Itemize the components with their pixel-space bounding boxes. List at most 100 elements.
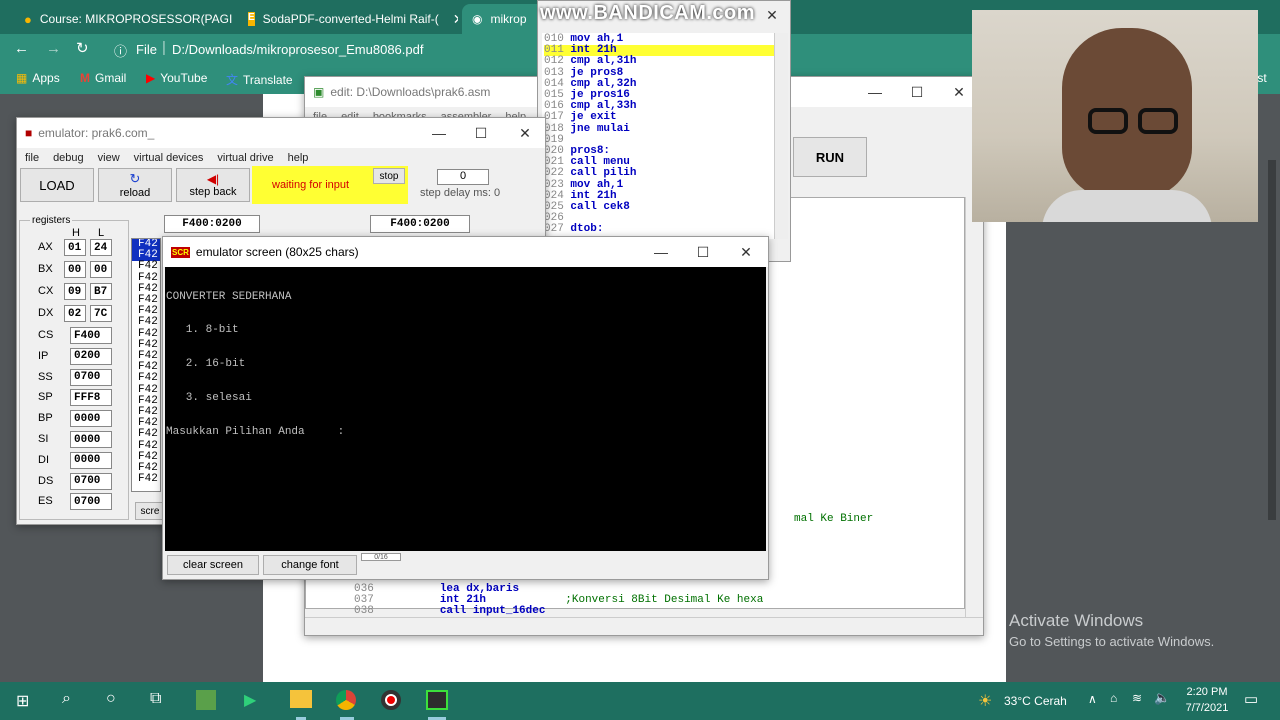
tab-course[interactable]: ● Course: MIKROPROSESSOR(PAGI ✕ xyxy=(14,4,234,34)
register-low[interactable]: 24 xyxy=(90,239,112,256)
network-icon[interactable]: ⌂ xyxy=(1110,691,1117,705)
weather-text[interactable]: 33°C Cerah xyxy=(1004,694,1067,708)
emulator-app-icon: ■ xyxy=(25,126,33,140)
emu8086-taskbar-icon[interactable] xyxy=(426,690,448,710)
screen-button[interactable]: scre xyxy=(135,502,165,520)
register-high[interactable]: 02 xyxy=(64,305,86,322)
bookmark-youtube[interactable]: ▶ YouTube xyxy=(146,71,207,85)
clock-time[interactable]: 2:20 PM xyxy=(1182,686,1232,698)
minimize-icon[interactable]: — xyxy=(855,77,895,107)
code-comment: mal Ke Biner xyxy=(794,513,874,525)
register-label: AX xyxy=(38,241,53,253)
register-value[interactable]: 0000 xyxy=(70,451,112,469)
register-high[interactable]: 00 xyxy=(64,261,86,278)
register-label: DS xyxy=(38,474,54,487)
chrome-icon: ◉ xyxy=(472,12,483,26)
register-low[interactable]: 7C xyxy=(90,305,112,322)
menu-file[interactable]: file xyxy=(25,152,39,164)
menu-virtual-drive[interactable]: virtual drive xyxy=(217,152,273,164)
register-value[interactable]: 0200 xyxy=(70,347,112,365)
register-value[interactable]: FFF8 xyxy=(70,389,112,407)
emulator-screen-window: SCR emulator screen (80x25 chars) — ☐ ✕ … xyxy=(162,236,769,580)
maximize-icon[interactable]: ☐ xyxy=(683,237,723,267)
minimize-icon[interactable]: — xyxy=(419,118,459,148)
pdf-scrollbar[interactable] xyxy=(1268,160,1276,520)
source-scrollbar[interactable] xyxy=(774,33,788,239)
editor-vscrollbar[interactable] xyxy=(965,197,983,617)
stop-button[interactable]: stop xyxy=(373,168,405,184)
address-field-2[interactable]: F400:0200 xyxy=(370,215,470,233)
emulator-title: emulator: prak6.com_ xyxy=(38,126,155,140)
register-label: CX xyxy=(38,285,54,297)
register-value[interactable]: 0700 xyxy=(70,493,112,511)
register-label: IP xyxy=(38,349,49,362)
wifi-icon[interactable]: ≋ xyxy=(1132,691,1142,705)
clock-date[interactable]: 7/7/2021 xyxy=(1182,702,1232,714)
menu-debug[interactable]: debug xyxy=(53,152,84,164)
bookmark-apps[interactable]: ▦ Apps xyxy=(16,71,60,85)
maximize-icon[interactable]: ☐ xyxy=(897,77,937,107)
back-icon[interactable]: ← xyxy=(14,40,29,57)
register-value[interactable]: F400 xyxy=(70,327,112,344)
editor-hscrollbar[interactable] xyxy=(305,617,983,635)
chrome-taskbar-icon[interactable] xyxy=(336,690,356,710)
close-icon[interactable]: ✕ xyxy=(453,11,458,28)
load-button[interactable]: LOAD xyxy=(20,168,94,202)
step-back-button[interactable]: ◀| step back xyxy=(176,168,250,202)
register-high[interactable]: 09 xyxy=(64,283,86,300)
memory-row: F42 xyxy=(138,260,158,273)
register-low[interactable]: B7 xyxy=(90,283,112,300)
volume-icon[interactable]: 🔈 xyxy=(1154,690,1170,706)
maximize-icon[interactable]: ☐ xyxy=(461,118,501,148)
bookmark-gmail[interactable]: M Gmail xyxy=(80,71,126,85)
bandicam-watermark: www.BANDICAM.com xyxy=(540,2,756,24)
webcam-shirt xyxy=(1042,190,1212,222)
menu-view[interactable]: view xyxy=(98,152,120,164)
close-icon[interactable]: ✕ xyxy=(505,118,545,148)
tray-chevron-icon[interactable]: ∧ xyxy=(1088,692,1097,706)
screen-title: emulator screen (80x25 chars) xyxy=(195,245,359,259)
terminal-app-icon[interactable]: ▶ xyxy=(244,690,256,710)
register-label: SP xyxy=(38,391,53,404)
close-icon[interactable]: ✕ xyxy=(726,237,766,267)
clear-screen-button[interactable]: clear screen xyxy=(167,555,259,575)
webcam-glasses-right xyxy=(1138,108,1178,134)
register-label: SS xyxy=(38,370,53,383)
task-view-icon[interactable]: ⧉ xyxy=(150,690,161,708)
notepad-app-icon[interactable] xyxy=(196,690,216,710)
register-value[interactable]: 0000 xyxy=(70,431,112,448)
taskbar: ⊞ ⌕ ○ ⧉ ▶ ☀ 33°C Cerah ∧ ⌂ ≋ 🔈 2:20 PM 7… xyxy=(0,682,1280,720)
register-value[interactable]: 0000 xyxy=(70,410,112,428)
memory-row: F42 xyxy=(138,428,158,441)
address-field-1[interactable]: F400:0200 xyxy=(164,215,260,233)
memory-list[interactable]: F42 F42 F42 F42 F42 F42 F42 F42 F42 F42 F42 F42 F42 F… xyxy=(131,238,161,492)
step-delay-input[interactable]: 0 xyxy=(437,169,489,185)
close-icon[interactable]: ✕ xyxy=(752,1,792,29)
register-high[interactable]: 01 xyxy=(64,239,86,256)
register-value[interactable]: 0700 xyxy=(70,472,112,490)
change-font-button[interactable]: change font xyxy=(263,555,357,575)
step-back-icon: ◀| xyxy=(206,172,220,186)
menu-help[interactable]: help xyxy=(288,152,309,164)
url-text[interactable]: D:/Downloads/mikroprosesor_Emu8086.pdf xyxy=(172,42,423,57)
menu-virtual-devices[interactable]: virtual devices xyxy=(134,152,204,164)
search-icon[interactable]: ⌕ xyxy=(62,690,71,708)
memory-row: F42 xyxy=(138,372,158,385)
minimize-icon[interactable]: — xyxy=(641,237,681,267)
bandicam-taskbar-icon[interactable] xyxy=(381,690,401,710)
run-button[interactable]: RUN xyxy=(793,137,867,177)
forward-icon[interactable]: → xyxy=(46,40,61,57)
file-explorer-icon[interactable] xyxy=(290,690,312,708)
register-value[interactable]: 0700 xyxy=(70,368,112,386)
bookmark-translate[interactable]: 文 Translate xyxy=(226,71,293,88)
windows-start-icon[interactable]: ⊞ xyxy=(16,691,29,711)
info-icon[interactable]: ⓘ xyxy=(114,41,127,60)
dos-screen[interactable]: CONVERTER SEDERHANA 1. 8-bit 2. 16-bit 3… xyxy=(165,267,766,551)
notification-icon[interactable]: ▭ xyxy=(1244,690,1258,708)
cortana-icon[interactable]: ○ xyxy=(106,690,116,708)
reload-button[interactable]: ↻ reload xyxy=(98,168,172,202)
tab-sodapdf[interactable]: E SodaPDF-converted-Helmi Raif-( ✕ xyxy=(238,4,458,34)
source-code-area[interactable]: 010 mov ah,1 011 int 21h 012 cmp al,31h 013… xyxy=(542,33,774,239)
register-low[interactable]: 00 xyxy=(90,261,112,278)
reload-icon[interactable]: ↻ xyxy=(76,39,89,57)
